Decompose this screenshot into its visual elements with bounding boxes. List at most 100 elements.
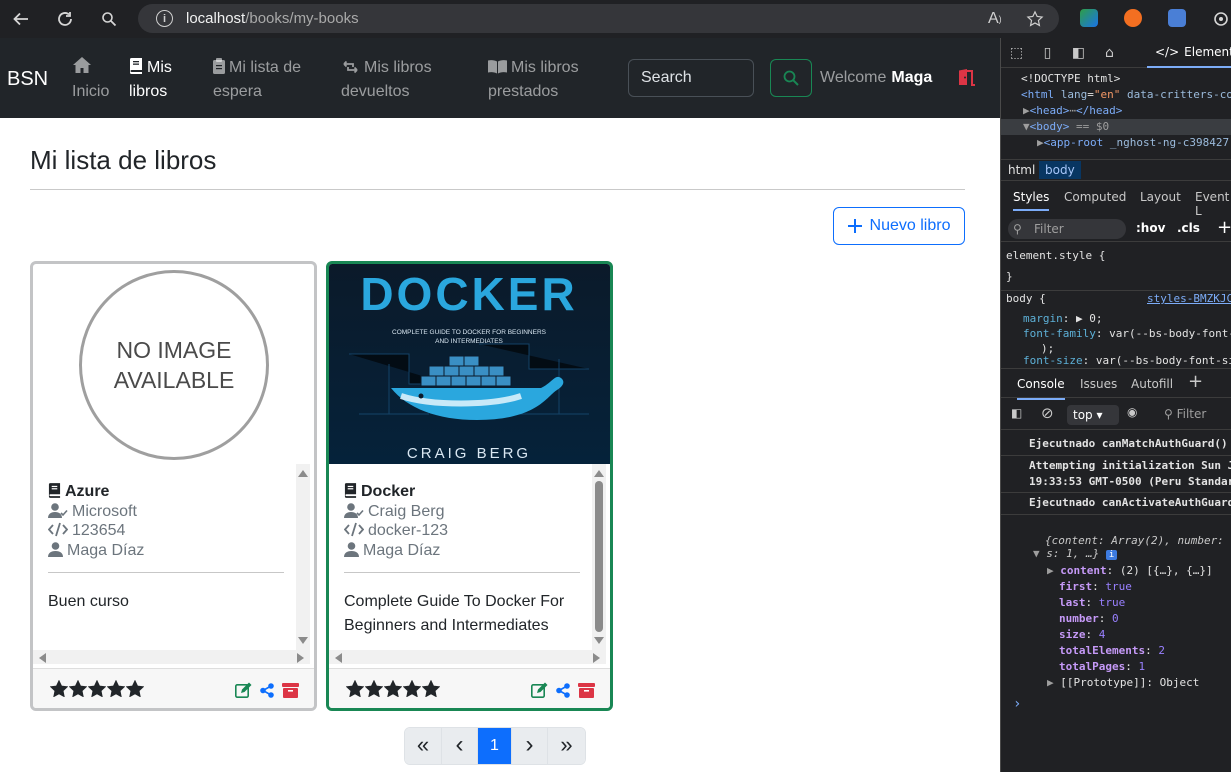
star-filled-icon xyxy=(126,680,144,697)
console-filter-input[interactable]: ⚲ Filter xyxy=(1164,407,1206,421)
book-cover[interactable]: DOCKER COMPLETE GUIDE TO DOCKER FOR BEGI… xyxy=(329,264,610,464)
book-author: Craig Berg xyxy=(368,502,445,520)
extension-icon[interactable] xyxy=(1124,9,1142,27)
search-input[interactable]: Search xyxy=(628,59,754,97)
edit-icon[interactable] xyxy=(235,682,252,698)
favorite-star-icon[interactable] xyxy=(1026,4,1044,33)
pagination: « ‹ 1 › » xyxy=(404,727,586,765)
book-card[interactable]: NO IMAGE AVAILABLE Azure Microsoft 12365… xyxy=(30,261,317,711)
dom-body[interactable]: ▼<body> == $0 xyxy=(1001,119,1231,135)
vertical-scrollbar[interactable] xyxy=(592,464,606,650)
tab-computed[interactable]: Computed xyxy=(1064,190,1126,204)
clear-console-icon[interactable]: ⊘ xyxy=(1041,404,1054,422)
cls-toggle[interactable]: .cls xyxy=(1177,221,1200,235)
style-body-rule[interactable]: body {styles-BMZKJC xyxy=(1001,290,1231,307)
horizontal-scrollbar[interactable] xyxy=(33,650,310,664)
back-icon[interactable] xyxy=(6,0,36,38)
dom-doctype[interactable]: <!DOCTYPE html> xyxy=(1001,71,1231,87)
styles-tabs: Styles Computed Layout Event L xyxy=(1001,184,1231,218)
user-name: Maga xyxy=(891,69,933,86)
context-select[interactable]: top ▾ xyxy=(1067,405,1119,425)
extensions-puzzle-icon[interactable] xyxy=(1206,0,1231,38)
nav-devueltos[interactable]: Mis libros devueltos xyxy=(341,56,432,104)
eye-icon[interactable]: ◉ xyxy=(1127,405,1137,419)
title-divider xyxy=(30,189,965,190)
page-1-button[interactable]: 1 xyxy=(478,728,512,764)
breadcrumb-body[interactable]: body xyxy=(1039,161,1081,179)
code-icon: </> xyxy=(1155,45,1180,59)
add-tab-icon[interactable]: + xyxy=(1188,371,1203,392)
styles-filter-row: Filter ⚲ :hov .cls + xyxy=(1001,216,1231,242)
new-book-button[interactable]: Nuevo libro xyxy=(833,207,965,245)
nav-inicio[interactable]: Inicio xyxy=(72,56,109,104)
nav-mis-libros[interactable]: Mis libros xyxy=(129,56,172,104)
clipboard-icon xyxy=(213,58,225,74)
user-icon xyxy=(344,541,359,557)
book-synopsis: Complete Guide To Docker For Beginners a… xyxy=(344,593,565,634)
search-icon[interactable] xyxy=(94,0,124,38)
horizontal-scrollbar[interactable] xyxy=(329,650,606,664)
nav-prestados[interactable]: Mis libros prestados xyxy=(488,56,579,104)
star-filled-icon xyxy=(107,680,125,697)
nav-lista-espera[interactable]: Mi lista de espera xyxy=(213,56,301,104)
last-page-button[interactable]: » xyxy=(548,728,585,764)
devtools-toolbar: ⬚ ▯ ◧ ⌂ </>Elements xyxy=(1001,38,1231,68)
logout-door-icon[interactable] xyxy=(957,68,977,91)
tab-layout[interactable]: Layout xyxy=(1140,190,1181,204)
add-rule-icon[interactable]: + xyxy=(1217,217,1231,238)
inspect-icon[interactable]: ⬚ xyxy=(1001,45,1032,61)
browser-toolbar: i localhost/books/my-books A) xyxy=(0,0,1231,38)
reader-mode-icon[interactable]: A) xyxy=(988,4,1002,33)
card-footer xyxy=(329,668,610,708)
tab-event-listeners[interactable]: Event L xyxy=(1195,190,1231,218)
url-host: localhost xyxy=(186,10,246,27)
brand-logo[interactable]: BSN xyxy=(7,68,48,91)
hov-toggle[interactable]: :hov xyxy=(1136,221,1165,235)
tab-styles[interactable]: Styles xyxy=(1013,190,1050,211)
star-filled-icon xyxy=(346,680,364,697)
tab-issues[interactable]: Issues xyxy=(1080,377,1117,391)
site-info-icon[interactable]: i xyxy=(156,10,173,27)
dom-html[interactable]: <html lang="en" data-critters-co xyxy=(1001,87,1231,103)
archive-icon[interactable] xyxy=(578,682,595,698)
console-prompt[interactable]: › xyxy=(1001,696,1231,712)
book-card-selected[interactable]: DOCKER COMPLETE GUIDE TO DOCKER FOR BEGI… xyxy=(326,261,613,711)
archive-icon[interactable] xyxy=(282,682,299,698)
devtools-panel: ⬚ ▯ ◧ ⌂ </>Elements <!DOCTYPE html> <htm… xyxy=(1000,38,1231,772)
styles-filter-input[interactable]: Filter xyxy=(1008,219,1126,239)
edit-icon[interactable] xyxy=(531,682,548,698)
vertical-scrollbar[interactable] xyxy=(296,464,310,650)
extension-icon[interactable] xyxy=(1080,9,1098,27)
open-book-icon xyxy=(488,60,507,74)
dock-side-icon[interactable]: ◧ xyxy=(1063,45,1094,61)
tab-elements[interactable]: </>Elements xyxy=(1147,38,1231,68)
stylesheet-link[interactable]: styles-BMZKJC xyxy=(1147,291,1231,307)
user-icon xyxy=(48,541,63,557)
book-isbn: docker-123 xyxy=(368,522,449,539)
tab-console[interactable]: Console xyxy=(1017,377,1065,400)
prev-page-button[interactable]: ‹ xyxy=(442,728,478,764)
extension-icon[interactable] xyxy=(1168,9,1186,27)
search-button[interactable] xyxy=(770,59,812,97)
console-prop-content[interactable]: ▶ content: (2) [{…}, {…}] xyxy=(1001,563,1231,579)
sidebar-toggle-icon[interactable]: ◧ xyxy=(1011,406,1022,420)
device-toolbar-icon[interactable]: ▯ xyxy=(1032,45,1063,61)
breadcrumb-html[interactable]: html xyxy=(1008,163,1035,177)
tab-autofill[interactable]: Autofill xyxy=(1131,377,1173,391)
share-icon[interactable] xyxy=(556,682,570,698)
book-meta: Docker Craig Berg docker-123 Maga Díaz xyxy=(343,482,449,560)
address-bar[interactable]: i localhost/books/my-books A) xyxy=(138,4,1059,33)
first-page-button[interactable]: « xyxy=(405,728,442,764)
page-title: Mi lista de libros xyxy=(30,145,217,175)
reload-icon[interactable] xyxy=(50,0,80,38)
console-toolbar: ◧ ⊘ top ▾ ◉ ⚲ Filter xyxy=(1001,400,1231,430)
dom-app-root[interactable]: ▶<app-root _nghost-ng-c398427 xyxy=(1001,135,1231,151)
book-cover[interactable]: NO IMAGE AVAILABLE xyxy=(33,264,314,464)
next-page-button[interactable]: › xyxy=(512,728,548,764)
home-icon[interactable]: ⌂ xyxy=(1094,45,1125,61)
style-element-rule[interactable]: element.style { xyxy=(1001,248,1231,264)
share-icon[interactable] xyxy=(260,682,274,698)
dom-head[interactable]: ▶<head>⋯</head> xyxy=(1001,103,1231,119)
svg-text:DOCKER: DOCKER xyxy=(360,268,577,320)
console-prop-prototype[interactable]: ▶ [[Prototype]]: Object xyxy=(1001,675,1231,691)
